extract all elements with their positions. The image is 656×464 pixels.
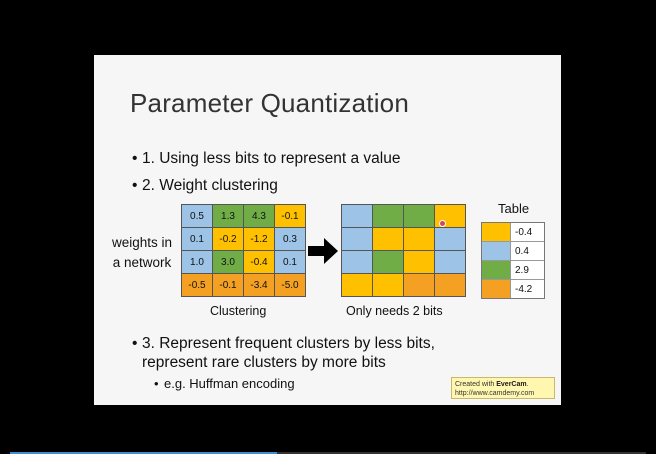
arrow-right-icon	[308, 238, 338, 264]
slide: Parameter Quantization • 1. Using less bi…	[94, 55, 561, 405]
bullet-1: • 1. Using less bits to represent a value	[132, 150, 401, 167]
pointer-dot	[439, 220, 446, 227]
slide-title: Parameter Quantization	[130, 88, 409, 118]
weight-cell: 1.3	[213, 205, 243, 227]
weight-cell: -0.5	[182, 274, 212, 296]
weight-cell: -5.0	[275, 274, 305, 296]
lookup-value: -0.4	[515, 226, 533, 238]
weight-cell: -0.4	[244, 251, 274, 273]
weight-cell: 4.3	[244, 205, 274, 227]
table-title: Table	[498, 201, 530, 216]
bullet-3: • 3. Represent frequent clusters by less …	[132, 335, 435, 352]
cluster-cell	[342, 205, 372, 227]
lookup-swatch	[482, 242, 511, 260]
lookup-value: -4.2	[515, 283, 533, 295]
lookup-swatch	[482, 261, 511, 279]
weight-cell: -0.1	[213, 274, 243, 296]
bits-caption: Only needs 2 bits	[346, 304, 443, 318]
weight-cell: 0.1	[275, 251, 305, 273]
weight-cell: -1.2	[244, 228, 274, 250]
cluster-cell	[435, 228, 465, 250]
sub-bullet: • e.g. Huffman encoding	[154, 376, 295, 391]
lookup-row: 2.9	[482, 261, 544, 280]
weights-label: weights in a network	[111, 235, 173, 270]
evercam-watermark[interactable]: Created with EverCam. http://www.camdemy…	[451, 377, 555, 399]
weight-cell: -3.4	[244, 274, 274, 296]
lookup-row: -0.4	[482, 223, 544, 242]
cluster-cell	[373, 251, 403, 273]
cluster-cell	[435, 274, 465, 296]
weight-cell: 0.5	[182, 205, 212, 227]
cluster-cell	[342, 251, 372, 273]
cluster-cell	[342, 228, 372, 250]
cluster-cell	[404, 251, 434, 273]
weight-cell: 0.1	[182, 228, 212, 250]
weight-cell: 0.3	[275, 228, 305, 250]
cluster-cell	[373, 205, 403, 227]
cluster-cell	[404, 274, 434, 296]
weight-cell: 1.0	[182, 251, 212, 273]
lookup-row: -4.2	[482, 280, 544, 298]
lookup-table: -0.4 0.4 2.9 -4.2	[481, 222, 545, 299]
weight-cell: -0.1	[275, 205, 305, 227]
bullet-3-continued: represent rare clusters by more bits	[142, 354, 386, 371]
weights-grid: 0.5 1.3 4.3 -0.1 0.1 -0.2 -1.2 0.3 1.0 3.0 -0.4 0.1…	[181, 204, 306, 297]
lookup-swatch	[482, 280, 511, 298]
cluster-grid	[341, 204, 466, 297]
clustering-caption: Clustering	[210, 304, 267, 318]
bullet-2: • 2. Weight clustering	[132, 177, 278, 194]
lookup-swatch	[482, 223, 511, 241]
weight-cell: 3.0	[213, 251, 243, 273]
cluster-cell	[404, 228, 434, 250]
lookup-value: 0.4	[515, 245, 529, 257]
cluster-cell	[404, 205, 434, 227]
bottom-strip	[0, 454, 656, 464]
cluster-cell	[342, 274, 372, 296]
lookup-row: 0.4	[482, 242, 544, 261]
cluster-cell	[435, 251, 465, 273]
cluster-cell	[373, 274, 403, 296]
weight-cell: -0.2	[213, 228, 243, 250]
cluster-cell	[373, 228, 403, 250]
lookup-value: 2.9	[515, 264, 529, 276]
